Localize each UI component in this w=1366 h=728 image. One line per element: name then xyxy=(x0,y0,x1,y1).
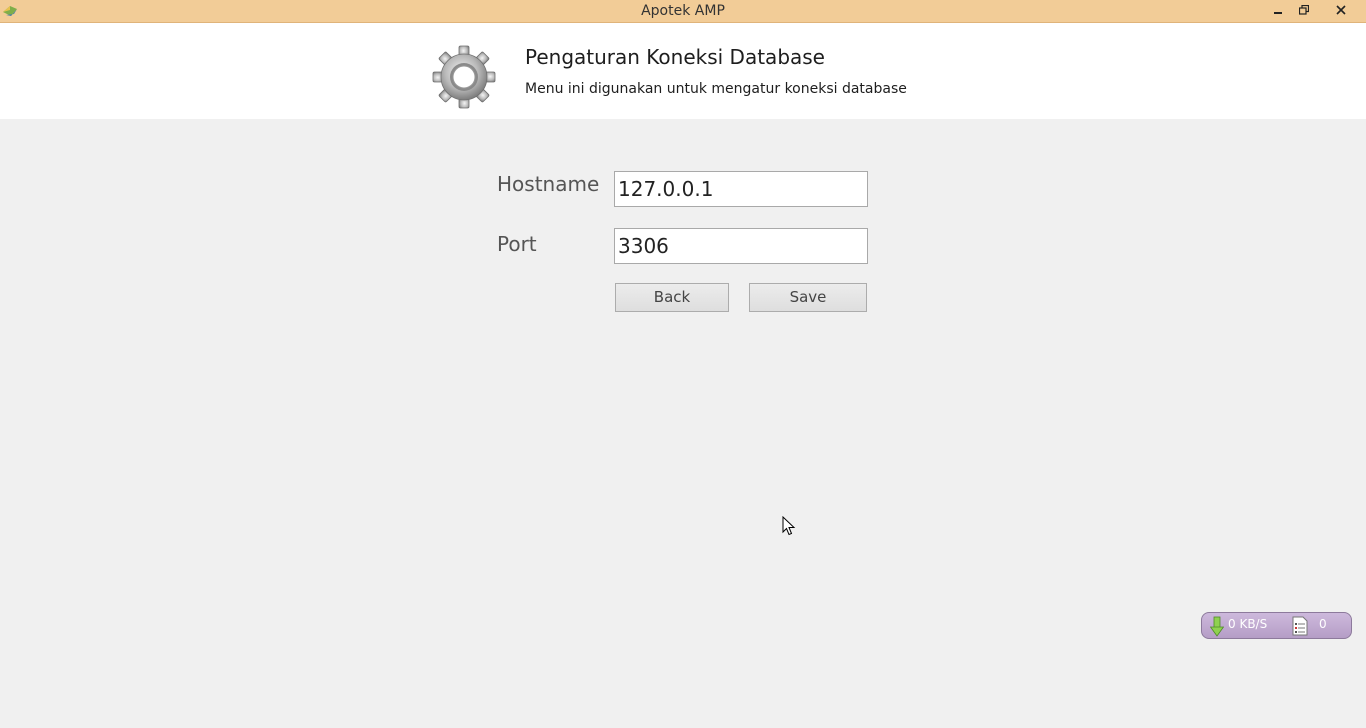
port-label: Port xyxy=(497,232,537,256)
gear-icon xyxy=(432,45,496,109)
hostname-label: Hostname xyxy=(497,172,600,196)
minimize-button[interactable] xyxy=(1268,0,1288,20)
back-button[interactable]: Back xyxy=(615,283,729,312)
download-count: 0 xyxy=(1319,617,1327,631)
save-button[interactable]: Save xyxy=(749,283,867,312)
restore-icon xyxy=(1299,5,1309,15)
window-title: Apotek AMP xyxy=(641,3,725,19)
restore-button[interactable] xyxy=(1294,0,1314,20)
port-input[interactable] xyxy=(614,228,868,264)
hostname-input[interactable] xyxy=(614,171,868,207)
close-icon xyxy=(1336,5,1346,15)
download-monitor-widget[interactable]: 0 KB/S 0 xyxy=(1201,612,1352,639)
document-list-icon xyxy=(1292,616,1308,636)
download-arrow-icon xyxy=(1210,616,1224,637)
mouse-cursor-icon xyxy=(782,516,796,536)
page-title: Pengaturan Koneksi Database xyxy=(525,45,825,69)
minimize-icon xyxy=(1274,12,1282,14)
page-subtitle: Menu ini digunakan untuk mengatur koneks… xyxy=(525,81,907,97)
download-speed: 0 KB/S xyxy=(1228,617,1268,631)
title-bar: Apotek AMP xyxy=(0,0,1366,23)
close-button[interactable] xyxy=(1318,0,1364,20)
page-header: Pengaturan Koneksi Database Menu ini dig… xyxy=(0,23,1366,119)
